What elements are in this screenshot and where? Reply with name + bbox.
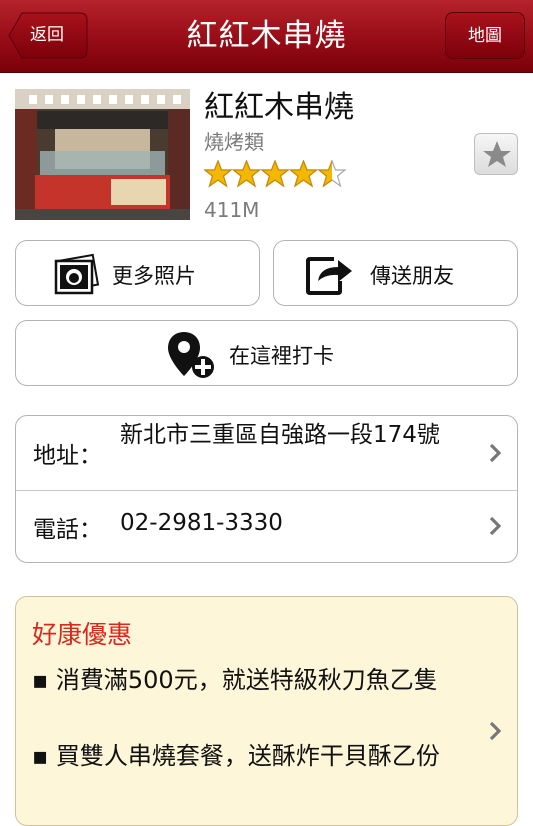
star-rating [204,160,374,188]
rating-star-icon [231,160,262,188]
contact-info-group: 地址： 新北市三重區自強路一段174號 電話： 02-2981-3330 [15,415,518,563]
address-value: 新北市三重區自強路一段174號 [120,422,440,448]
share-friend-label: 傳送朋友 [370,264,454,288]
address-row[interactable]: 地址： 新北市三重區自強路一段174號 [16,416,517,491]
place-category: 燒烤類 [204,130,264,154]
chevron-right-icon [489,721,501,741]
promotion-item: ▪ 消費滿500元，就送特級秋刀魚乙隻 [32,666,438,694]
more-photos-button[interactable]: 更多照片 [15,240,260,306]
rating-star-icon [204,160,233,188]
place-name: 紅紅木串燒 [204,90,354,125]
phone-label: 電話： [33,517,102,543]
address-label: 地址： [33,443,102,469]
chevron-right-icon [489,443,501,463]
check-in-button[interactable]: 在這裡打卡 [15,320,518,386]
share-friend-button[interactable]: 傳送朋友 [273,240,518,306]
back-button[interactable]: 返回 [8,12,88,59]
promotion-item: ▪ 買雙人串燒套餐，送酥炸干貝酥乙份 [32,742,440,770]
more-photos-label: 更多照片 [112,264,196,288]
star-icon [483,141,511,167]
store-photo-image [15,89,190,220]
rating-star-icon [317,160,347,188]
store-photo[interactable] [15,89,190,220]
back-button-label: 返回 [30,25,64,45]
check-in-label: 在這裡打卡 [229,344,334,368]
promotions-panel[interactable]: 好康優惠 ▪ 消費滿500元，就送特級秋刀魚乙隻 ▪ 買雙人串燒套餐，送酥炸干貝… [15,596,518,826]
favorite-button[interactable] [474,133,518,175]
photos-icon [54,253,100,295]
share-icon [306,257,352,295]
promotions-title: 好康優惠 [32,620,133,649]
distance-label: 411M [204,198,260,222]
check-in-pin-icon [168,332,214,378]
rating-star-icon [288,160,319,188]
navigation-bar: 紅紅木串燒 返回 地圖 [0,0,533,73]
map-button[interactable]: 地圖 [445,12,525,59]
phone-row[interactable]: 電話： 02-2981-3330 [16,490,517,562]
star-rating-graphic [204,160,347,188]
phone-value: 02-2981-3330 [120,510,283,536]
rating-star-icon [260,160,290,188]
chevron-right-icon [489,516,501,536]
